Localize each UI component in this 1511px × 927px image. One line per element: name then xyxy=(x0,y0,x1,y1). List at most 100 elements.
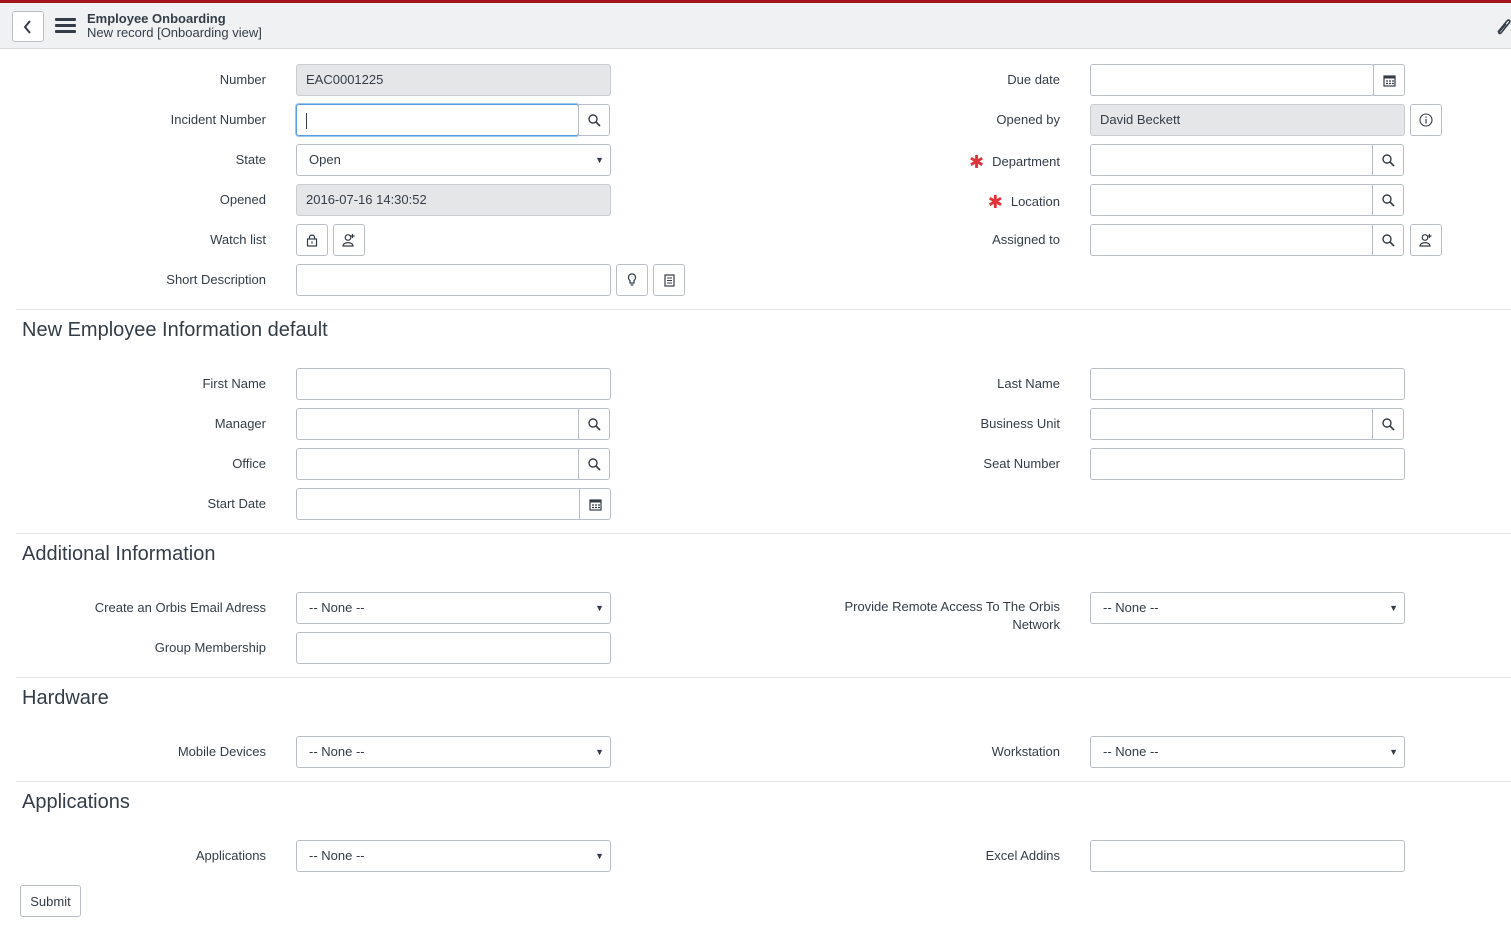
workstation-label: Workstation xyxy=(991,744,1060,759)
business-unit-lookup-button[interactable] xyxy=(1372,408,1404,440)
office-label: Office xyxy=(232,456,266,471)
watch-list-label: Watch list xyxy=(210,232,266,247)
due-date-input[interactable] xyxy=(1090,64,1374,96)
start-date-picker-button[interactable] xyxy=(579,488,611,520)
section-divider xyxy=(16,677,1511,678)
chevron-left-icon xyxy=(23,19,31,34)
assigned-to-label: Assigned to xyxy=(992,232,1060,247)
suggestion-button[interactable] xyxy=(616,264,648,296)
form-subtitle: New record [Onboarding view] xyxy=(87,25,262,40)
start-date-label: Start Date xyxy=(207,496,266,511)
manager-input[interactable] xyxy=(296,408,580,440)
location-input[interactable] xyxy=(1090,184,1374,216)
applications-label: Applications xyxy=(195,848,266,863)
location-lookup-button[interactable] xyxy=(1372,184,1404,216)
excel-addins-input[interactable] xyxy=(1090,840,1405,872)
seat-number-input[interactable] xyxy=(1090,448,1405,480)
mobile-devices-select[interactable]: -- None -- ▼ xyxy=(296,736,611,768)
lightbulb-icon xyxy=(627,273,637,286)
search-icon xyxy=(1381,193,1395,207)
state-label: State xyxy=(235,152,266,167)
last-name-label: Last Name xyxy=(997,376,1060,391)
state-select[interactable]: Open ▼ xyxy=(296,144,611,176)
info-icon xyxy=(1419,113,1433,127)
assigned-to-input[interactable] xyxy=(1090,224,1374,256)
assigned-to-lookup-button[interactable] xyxy=(1372,224,1404,256)
excel-addins-label: Excel Addins xyxy=(985,848,1060,863)
last-name-input[interactable] xyxy=(1090,368,1405,400)
back-button[interactable] xyxy=(12,11,44,42)
due-date-picker-button[interactable] xyxy=(1373,64,1405,96)
opened-by-label: Opened by xyxy=(996,112,1060,127)
remote-access-label: Provide Remote Access To The Orbis Netwo… xyxy=(844,599,1060,632)
opened-field: 2016-07-16 14:30:52 xyxy=(296,184,611,216)
section-title-applications: Applications xyxy=(22,791,130,813)
hamburger-menu-icon[interactable] xyxy=(55,18,76,34)
department-lookup-button[interactable] xyxy=(1372,144,1404,176)
search-icon xyxy=(587,417,601,431)
section-title-hardware: Hardware xyxy=(22,687,109,709)
search-icon xyxy=(1381,153,1395,167)
watch-list-lock-button[interactable] xyxy=(296,224,328,256)
search-knowledge-button[interactable] xyxy=(653,264,685,296)
book-icon xyxy=(663,273,675,287)
first-name-input[interactable] xyxy=(296,368,611,400)
dropdown-caret-icon: ▼ xyxy=(595,851,604,861)
location-label: ✱ Location xyxy=(987,192,1060,212)
department-label: ✱ Department xyxy=(968,152,1060,172)
short-description-input[interactable] xyxy=(296,264,611,296)
opened-by-field: David Beckett xyxy=(1090,104,1405,136)
workstation-select[interactable]: -- None -- ▼ xyxy=(1090,736,1405,768)
opened-by-info-button[interactable] xyxy=(1410,104,1442,136)
add-user-icon xyxy=(342,234,355,247)
assign-to-me-button[interactable] xyxy=(1410,224,1442,256)
office-lookup-button[interactable] xyxy=(578,448,610,480)
form-header: Employee Onboarding New record [Onboardi… xyxy=(0,3,1511,49)
group-membership-input[interactable] xyxy=(296,632,611,664)
incident-number-input[interactable] xyxy=(296,104,579,136)
search-icon xyxy=(587,457,601,471)
required-marker-icon: ✱ xyxy=(968,152,985,172)
short-description-label: Short Description xyxy=(166,272,266,287)
business-unit-label: Business Unit xyxy=(980,416,1060,431)
form-title: Employee Onboarding xyxy=(87,11,226,26)
search-icon xyxy=(1381,233,1395,247)
search-icon xyxy=(587,113,601,127)
group-membership-label: Group Membership xyxy=(154,640,266,655)
remote-access-select[interactable]: -- None -- ▼ xyxy=(1090,592,1405,624)
orbis-email-label: Create an Orbis Email Adress xyxy=(94,600,266,615)
dropdown-caret-icon: ▼ xyxy=(1389,747,1398,757)
incident-lookup-button[interactable] xyxy=(578,104,610,136)
calendar-icon xyxy=(1382,74,1396,87)
watch-list-add-me-button[interactable] xyxy=(333,224,365,256)
due-date-label: Due date xyxy=(1007,72,1060,87)
lock-icon xyxy=(306,234,318,247)
add-user-icon xyxy=(1419,234,1432,247)
paperclip-icon[interactable] xyxy=(1494,17,1511,37)
manager-lookup-button[interactable] xyxy=(578,408,610,440)
business-unit-input[interactable] xyxy=(1090,408,1374,440)
calendar-icon xyxy=(588,498,602,511)
first-name-label: First Name xyxy=(202,376,266,391)
office-input[interactable] xyxy=(296,448,580,480)
orbis-email-select[interactable]: -- None -- ▼ xyxy=(296,592,611,624)
section-title-new-employee: New Employee Information default xyxy=(22,319,328,341)
incident-number-label: Incident Number xyxy=(170,112,266,127)
start-date-input[interactable] xyxy=(296,488,581,520)
section-divider xyxy=(16,309,1511,310)
section-divider xyxy=(16,781,1511,782)
applications-select[interactable]: -- None -- ▼ xyxy=(296,840,611,872)
number-field: EAC0001225 xyxy=(296,64,611,96)
required-marker-icon: ✱ xyxy=(987,192,1003,212)
search-icon xyxy=(1381,417,1395,431)
opened-label: Opened xyxy=(219,192,266,207)
dropdown-caret-icon: ▼ xyxy=(1389,603,1398,613)
manager-label: Manager xyxy=(214,416,266,431)
section-divider xyxy=(16,533,1511,534)
dropdown-caret-icon: ▼ xyxy=(595,155,604,165)
department-input[interactable] xyxy=(1090,144,1374,176)
seat-number-label: Seat Number xyxy=(983,456,1060,471)
number-label: Number xyxy=(219,72,266,87)
submit-button[interactable]: Submit xyxy=(20,885,81,917)
dropdown-caret-icon: ▼ xyxy=(595,603,604,613)
